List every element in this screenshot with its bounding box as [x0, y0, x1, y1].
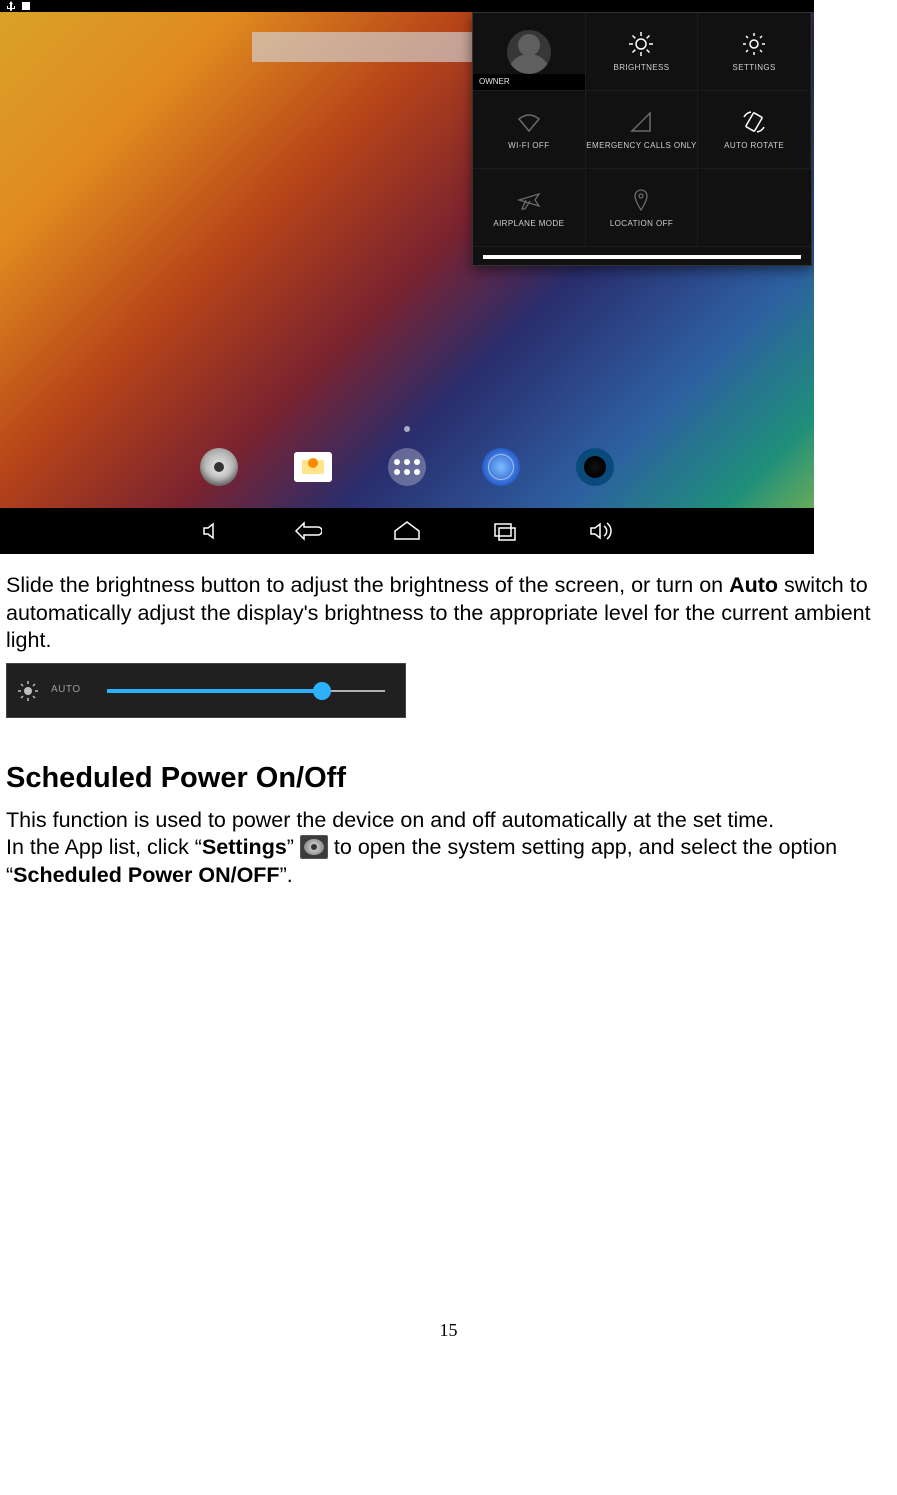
brightness-thumb[interactable]: [313, 682, 331, 700]
qs-label: AUTO ROTATE: [724, 141, 784, 150]
text-bold-settings: Settings: [202, 835, 287, 859]
music-app-icon[interactable]: [576, 448, 614, 486]
page-number: 15: [0, 1320, 897, 1361]
home-page-indicator: [404, 426, 410, 432]
text-run: Slide the brightness button to adjust th…: [6, 573, 729, 597]
qs-tile-location[interactable]: LOCATION OFF: [586, 169, 699, 247]
heading-scheduled-power: Scheduled Power On/Off: [6, 762, 897, 795]
document-page: OWNER BRIGHTNESS SETTINGS: [0, 0, 897, 1361]
qs-tile-airplane[interactable]: AIRPLANE MODE: [473, 169, 586, 247]
qs-label: EMERGENCY CALLS ONLY: [586, 141, 696, 150]
text-run: In the App list, click “: [6, 835, 202, 859]
back-icon[interactable]: [294, 519, 322, 543]
paragraph-brightness: Slide the brightness button to adjust th…: [0, 554, 897, 655]
qs-label: BRIGHTNESS: [613, 63, 669, 72]
quick-settings-panel: OWNER BRIGHTNESS SETTINGS: [472, 12, 812, 266]
signal-icon: [628, 109, 654, 135]
qs-tile-emergency[interactable]: EMERGENCY CALLS ONLY: [586, 91, 699, 169]
airplane-icon: [516, 187, 542, 213]
browser-app-icon[interactable]: [482, 448, 520, 486]
brightness-icon: [628, 31, 654, 57]
text-run: This function is used to power the devic…: [6, 807, 897, 835]
qs-tile-brightness[interactable]: BRIGHTNESS: [586, 13, 699, 91]
qs-tile-owner[interactable]: OWNER: [473, 13, 586, 91]
email-app-icon[interactable]: [294, 448, 332, 486]
auto-rotate-icon: [741, 109, 767, 135]
volume-up-icon[interactable]: [588, 519, 614, 543]
location-off-icon: [628, 187, 654, 213]
brightness-sun-icon[interactable]: [15, 678, 41, 704]
qs-tile-settings[interactable]: SETTINGS: [698, 13, 811, 91]
home-icon[interactable]: [392, 519, 422, 543]
inline-settings-icon: [300, 835, 328, 859]
qs-label: SETTINGS: [733, 63, 776, 72]
qs-label: AIRPLANE MODE: [493, 219, 564, 228]
tablet-screenshot: OWNER BRIGHTNESS SETTINGS: [0, 0, 814, 554]
recents-icon[interactable]: [492, 519, 518, 543]
brightness-slider-figure: AUTO: [6, 663, 406, 718]
qs-handle-bar[interactable]: [483, 255, 801, 259]
home-dock-row: [0, 442, 814, 492]
auto-toggle-label[interactable]: AUTO: [51, 684, 81, 695]
settings-icon: [741, 31, 767, 57]
text-run: ”.: [280, 863, 293, 887]
brightness-fill: [107, 689, 321, 693]
qs-tile-wifi[interactable]: WI-FI OFF: [473, 91, 586, 169]
google-search-bar[interactable]: [252, 32, 474, 62]
text-bold-schedpower: Scheduled Power ON/OFF: [13, 863, 279, 887]
qs-label: WI-FI OFF: [508, 141, 549, 150]
text-run: ”: [287, 835, 300, 859]
android-nav-bar: [0, 508, 814, 554]
qs-tile-empty: [698, 169, 811, 247]
volume-down-icon[interactable]: [200, 519, 224, 543]
owner-avatar-icon: [507, 30, 551, 74]
settings-app-icon[interactable]: [200, 448, 238, 486]
all-apps-icon[interactable]: [388, 448, 426, 486]
status-square-icon: [22, 2, 30, 10]
paragraph-scheduled-2: In the App list, click “Settings” to ope…: [0, 834, 897, 890]
owner-label: OWNER: [473, 74, 585, 90]
qs-tile-auto-rotate[interactable]: AUTO ROTATE: [698, 91, 811, 169]
text-bold-auto: Auto: [729, 573, 778, 597]
usb-icon: [6, 1, 16, 11]
paragraph-scheduled-1: This function is used to power the devic…: [0, 807, 897, 835]
qs-label: LOCATION OFF: [610, 219, 673, 228]
wifi-off-icon: [516, 109, 542, 135]
android-status-bar: [0, 0, 814, 12]
